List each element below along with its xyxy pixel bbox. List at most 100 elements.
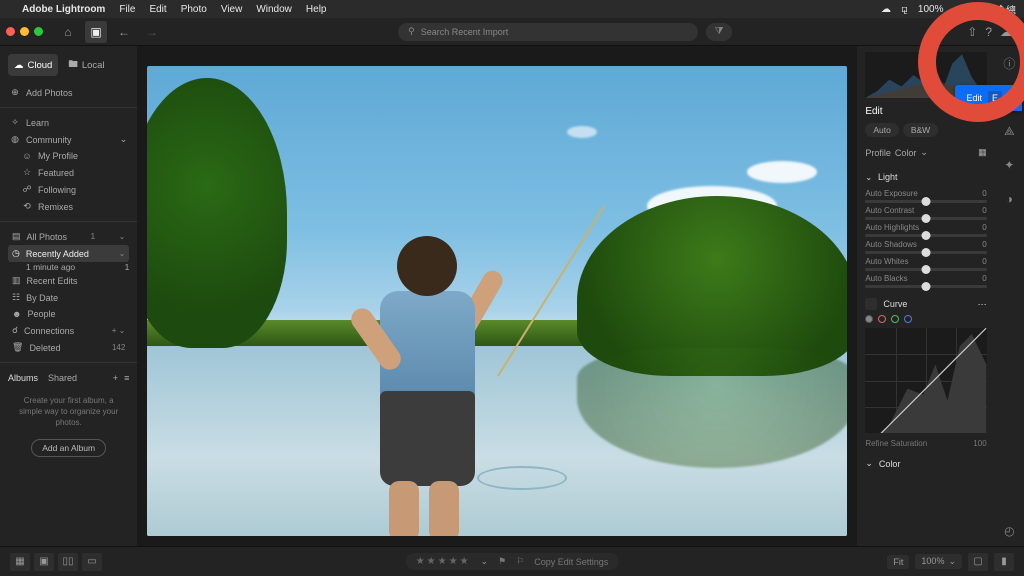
input-lang[interactable]: NL [973,4,986,15]
slider-auto-shadows[interactable]: Auto Shadows0 [865,240,986,254]
panel-toggle-icon[interactable]: ▮ [994,553,1014,571]
slider-thumb[interactable] [921,231,930,240]
slider-auto-highlights[interactable]: Auto Highlights0 [865,223,986,237]
add-photos-button[interactable]: ⊕Add Photos [8,84,129,101]
sidebar-item-community[interactable]: ◍Community⌄ [8,131,129,148]
control-center-icon[interactable]: �總 [996,2,1016,17]
zoom-fit-button[interactable]: Fit [887,555,909,569]
slider-auto-contrast[interactable]: Auto Contrast0 [865,206,986,220]
cloud-sync-icon[interactable]: ☁ [1000,25,1012,39]
albums-tab[interactable]: Albums [8,373,38,383]
curve-channel-blue[interactable] [904,315,912,323]
add-album-icon[interactable]: + [113,373,118,383]
light-section-header[interactable]: ⌄Light [865,168,986,186]
curve-channel-green[interactable] [891,315,899,323]
crop-tool-icon[interactable]: ⟁ [998,120,1020,142]
slider-thumb[interactable] [921,248,930,257]
sidebar-item-recent-edits[interactable]: ▥Recent Edits [8,272,129,289]
menu-view[interactable]: View [221,4,243,15]
slider-auto-blacks[interactable]: Auto Blacks0 [865,274,986,288]
versions-icon[interactable]: ◴ [998,520,1020,542]
menu-window[interactable]: Window [256,4,292,15]
chevron-down-icon[interactable]: ⌄ [920,147,928,158]
sidebar-item-deleted[interactable]: 🗑Deleted142 [8,339,129,356]
shared-tab[interactable]: Shared [48,373,77,383]
slider-thumb[interactable] [921,197,930,206]
community-following[interactable]: ☍Following [8,181,129,198]
sidebar-item-all-photos[interactable]: ▤All Photos1⌄ [8,228,129,245]
rating-stars[interactable]: ★★★★★ [416,556,471,567]
community-remixes[interactable]: ⟲Remixes [8,198,129,215]
chevron-down-icon[interactable]: ⌄ [481,556,489,567]
slider-track[interactable] [865,268,986,271]
add-icon[interactable]: + ⌄ [112,326,126,335]
zoom-window-icon[interactable] [34,27,43,36]
profile-value[interactable]: Color [895,148,917,158]
community-my-profile[interactable]: ☺My Profile [8,148,129,164]
share-icon[interactable]: ⇧ [967,25,977,39]
healing-tool-icon[interactable]: ✦ [998,154,1020,176]
window-controls[interactable] [6,27,43,36]
back-icon[interactable]: ← [113,21,135,43]
copy-edit-settings-button[interactable]: Copy Edit Settings [534,557,608,567]
slider-thumb[interactable] [921,214,930,223]
masking-tool-icon[interactable]: ◑ [998,188,1020,210]
menu-help[interactable]: Help [306,4,327,15]
slider-track[interactable] [865,234,986,237]
minimize-window-icon[interactable] [20,27,29,36]
photo-preview[interactable] [147,66,847,536]
sidebar-item-by-date[interactable]: ☷By Date [8,289,129,306]
sort-albums-icon[interactable]: ≡ [124,373,129,383]
profile-browser-icon[interactable]: ▦ [978,147,987,158]
home-icon[interactable]: ⌂ [57,21,79,43]
sidebar-item-learn[interactable]: ✧Learn [8,114,129,131]
slider-thumb[interactable] [921,282,930,291]
close-window-icon[interactable] [6,27,15,36]
bw-preset-button[interactable]: B&W [903,123,938,137]
menu-app-name[interactable]: Adobe Lightroom [22,4,105,15]
battery-icon[interactable]: ▭ [953,4,962,15]
edit-tool-icon[interactable]: Edit E ≡ [998,86,1020,108]
color-section-header[interactable]: ⌄Color [865,458,986,469]
help-icon[interactable]: ? [985,25,992,39]
compare-view-icon[interactable]: ▯▯ [58,553,78,571]
slider-auto-exposure[interactable]: Auto Exposure0 [865,189,986,203]
grid-view-icon[interactable]: ▦ [10,553,30,571]
auto-preset-button[interactable]: Auto [865,123,899,137]
curve-section-header[interactable]: Curve⋯ [865,298,986,310]
recently-added-sub[interactable]: 1 minute ago1 [8,262,129,272]
bluetooth-icon[interactable]: ⚼ [901,4,908,15]
community-featured[interactable]: ☆Featured [8,164,129,181]
slider-track[interactable] [865,200,986,203]
filter-icon[interactable]: ⧩ [706,23,732,41]
flag-pick-icon[interactable]: ⚑ [498,556,506,567]
tone-curve[interactable] [865,328,986,433]
curve-channel-red[interactable] [878,315,886,323]
zoom-level-select[interactable]: 100%⌄ [915,554,962,569]
cloud-status-icon[interactable]: ☁ [881,4,891,15]
menu-edit[interactable]: Edit [149,4,166,15]
slider-track[interactable] [865,285,986,288]
square-grid-icon[interactable]: ▣ [34,553,54,571]
library-view-icon[interactable]: ▣ [85,21,107,43]
menu-photo[interactable]: Photo [181,4,207,15]
flag-reject-icon[interactable]: ⚐ [516,556,524,567]
add-album-button[interactable]: Add an Album [31,439,106,457]
tab-cloud[interactable]: ☁Cloud [8,54,58,76]
sidebar-item-connections[interactable]: ☌Connections+ ⌄ [8,322,129,339]
slider-track[interactable] [865,251,986,254]
search-input[interactable]: ⚲ Search Recent Import [398,23,698,41]
curve-menu-icon[interactable]: ⋯ [978,299,987,310]
sidebar-item-people[interactable]: ☻People [8,306,129,322]
menu-file[interactable]: File [119,4,135,15]
slider-auto-whites[interactable]: Auto Whites0 [865,257,986,271]
forward-icon[interactable]: → [141,21,163,43]
sidebar-item-recently-added[interactable]: ◷Recently Added⌄ [8,245,129,262]
original-toggle-icon[interactable]: ▢ [968,553,988,571]
info-tool-icon[interactable]: ⓘ [998,52,1020,74]
curve-channel-all[interactable] [865,315,873,323]
tab-local[interactable]: 🖿Local [62,54,110,76]
slider-thumb[interactable] [921,265,930,274]
slider-track[interactable] [865,217,986,220]
detail-view-icon[interactable]: ▭ [82,553,102,571]
